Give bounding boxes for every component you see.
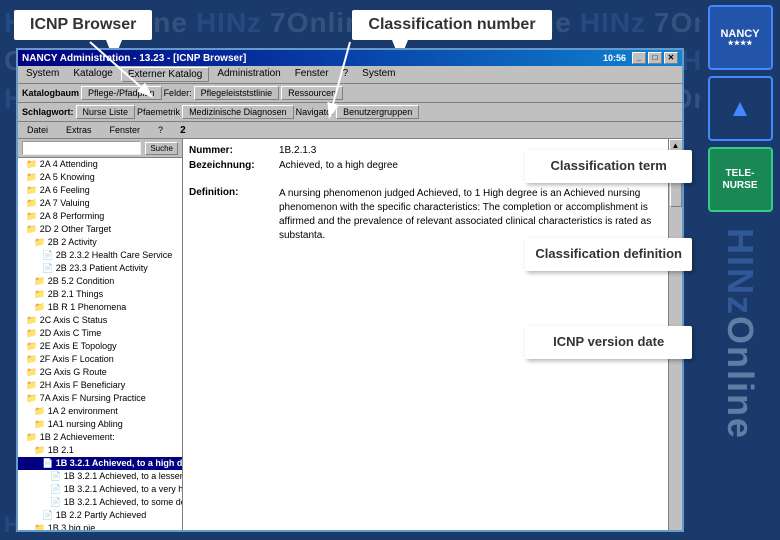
maximize-button[interactable]: □	[648, 52, 662, 64]
tree-item-1b21[interactable]: 📁 1B 2.1	[18, 444, 182, 457]
tree-item-2c[interactable]: 📁 2C Axis C Status	[18, 314, 182, 327]
toolbar1: Katalogbaum Pflege-/Pfadplan Felder: Pfl…	[18, 84, 682, 103]
nancy-logo: NANCY ★★★★	[708, 5, 773, 70]
tree-item-1b3[interactable]: 📁 1B 3 big pie	[18, 522, 182, 532]
toolbar-pflegepfadplan[interactable]: Pflege-/Pfadplan	[81, 86, 162, 100]
classification-number-label: Classification number	[352, 10, 551, 40]
toolbar2-help[interactable]: ?	[153, 123, 168, 137]
tree-item-1b2122[interactable]: 📄 1B 3.2.1 Achieved, to a very high degr…	[18, 483, 182, 496]
minimize-button[interactable]: _	[632, 52, 646, 64]
classification-definition-annotation: Classification definition	[525, 238, 692, 271]
menu-system2[interactable]: System	[356, 67, 401, 82]
toolbar-pflegeleistungen[interactable]: Pflegeleistststlinie	[194, 86, 280, 100]
tree-item-2d[interactable]: 📁 2D Axis C Time	[18, 327, 182, 340]
toolbar-medizin[interactable]: Medizinische Diagnosen	[182, 105, 294, 119]
tree-item-2a6[interactable]: 📁 2A 6 Feeling	[18, 184, 182, 197]
menu-system[interactable]: System	[20, 67, 65, 82]
toolbar2-extras[interactable]: Extras	[61, 123, 97, 137]
browser-tab-label: 2	[180, 125, 186, 136]
schlagwort-label: Schlagwort:	[22, 107, 74, 117]
tree-item-2b2[interactable]: 📁 2B 2 Activity	[18, 236, 182, 249]
window-time: 10:56	[603, 53, 626, 63]
tree-item-2a4[interactable]: 📁 2A 4 Attending	[18, 158, 182, 171]
tree-item-1br1[interactable]: 📁 1B R 1 Phenomena	[18, 301, 182, 314]
tree-item-2b232[interactable]: 📄 2B 2.3.2 Health Care Service	[18, 249, 182, 262]
toolbar-katalog-label: Katalogbaum	[22, 88, 79, 98]
tree-item-2a5[interactable]: 📁 2A 5 Knowing	[18, 171, 182, 184]
menu-fenster[interactable]: Fenster	[289, 67, 335, 82]
menu-administration[interactable]: Administration	[211, 67, 286, 82]
tree-item-1b2123[interactable]: 📄 1B 3.2.1 Achieved, to some degree	[18, 496, 182, 509]
tree-item-1a1[interactable]: 📁 1A1 nursing Abling	[18, 418, 182, 431]
toolbar2-datei[interactable]: Datei	[22, 123, 53, 137]
tree-item-1b211[interactable]: 📄 1B 3.2.1 Achieved, to a high degree	[18, 457, 182, 470]
window-title: NANCY Administration - 13.23 - [ICNP Bro…	[22, 53, 246, 64]
toolbar1b: Schlagwort: Nurse Liste Pfaemetrik Mediz…	[18, 103, 682, 122]
toolbar2: Datei Extras Fenster ? 2	[18, 122, 682, 139]
tree-item-1b2[interactable]: 📁 1B 2 Achievement:	[18, 431, 182, 444]
tree-item-2h[interactable]: 📁 2H Axis F Beneficiary	[18, 379, 182, 392]
annotation-container: Classification term Classification defin…	[525, 150, 692, 359]
menu-help[interactable]: ?	[337, 67, 355, 82]
tree-item-2b[interactable]: 📁 2D 2 Other Target	[18, 223, 182, 236]
top-label-row: ICNP Browser Classification number	[0, 0, 700, 40]
icnp-version-date-annotation: ICNP version date	[525, 326, 692, 359]
toolbar-nurse-listig[interactable]: Nurse Liste	[76, 105, 136, 119]
tree-panel: 📁 2A 4 Attending 📁 2A 5 Knowing 📁 2A 6 F…	[18, 158, 182, 532]
tree-item-2b52[interactable]: 📁 2B 5.2 Condition	[18, 275, 182, 288]
definition-label: Definition:	[189, 187, 279, 243]
nummer-label: Nummer:	[189, 145, 279, 156]
search-button[interactable]: Suche	[145, 142, 178, 155]
right-sidebar: NANCY ★★★★ ▲ TELE- NURSE HINzOnline	[700, 0, 780, 540]
tree-item-2b2t[interactable]: 📁 2B 2.1 Things	[18, 288, 182, 301]
menu-bar: System Kataloge Externer Katalog Adminis…	[18, 66, 682, 84]
tree-item-1a2[interactable]: 📁 1A 2 environment	[18, 405, 182, 418]
tree-item-2b233[interactable]: 📄 2B 23.3 Patient Activity	[18, 262, 182, 275]
title-bar: NANCY Administration - 13.23 - [ICNP Bro…	[18, 50, 682, 66]
icnp-browser-label: ICNP Browser	[14, 10, 152, 40]
title-bar-buttons: _ □ ✕	[632, 52, 678, 64]
tree-item-2f[interactable]: 📁 2F Axis F Location	[18, 353, 182, 366]
toolbar2-fenster[interactable]: Fenster	[105, 123, 146, 137]
toolbar-felder: Felder:	[164, 88, 192, 98]
bezeichnung-label: Bezeichnung:	[189, 160, 279, 171]
tree-search-bar: Suche	[18, 139, 182, 158]
tree-item-2g[interactable]: 📁 2G Axis G Route	[18, 366, 182, 379]
classification-term-annotation: Classification term	[525, 150, 692, 183]
close-button[interactable]: ✕	[664, 52, 678, 64]
telenurse-logo: TELE- NURSE	[708, 147, 773, 212]
tree-item-2a8[interactable]: 📁 2A 8 Performing	[18, 210, 182, 223]
menu-externer[interactable]: Externer Katalog	[121, 67, 210, 82]
menu-kataloge[interactable]: Kataloge	[67, 67, 118, 82]
tree-item-1b2121[interactable]: 📄 1B 3.2.1 Achieved, to a lesser degree	[18, 470, 182, 483]
tree-item-7a[interactable]: 📁 7A Axis F Nursing Practice	[18, 392, 182, 405]
toolbar-pfaemetrik: Pfaemetrik	[137, 107, 180, 117]
tree-item-2e[interactable]: 📁 2E Axis E Topology	[18, 340, 182, 353]
tree-item-2a7[interactable]: 📁 2A 7 Valuing	[18, 197, 182, 210]
toolbar-benutzergruppen[interactable]: Benutzergruppen	[336, 105, 419, 119]
tree-search-input[interactable]	[22, 141, 141, 155]
tree-item-1b22[interactable]: 📄 1B 2.2 Partly Achieved	[18, 509, 182, 522]
navigator-label: Navigator	[296, 107, 335, 117]
hinz-online-sidebar-text: HINzOnline	[719, 228, 761, 440]
toolbar-ressourcen[interactable]: Ressourcen	[281, 86, 343, 100]
triangle-logo: ▲	[708, 76, 773, 141]
